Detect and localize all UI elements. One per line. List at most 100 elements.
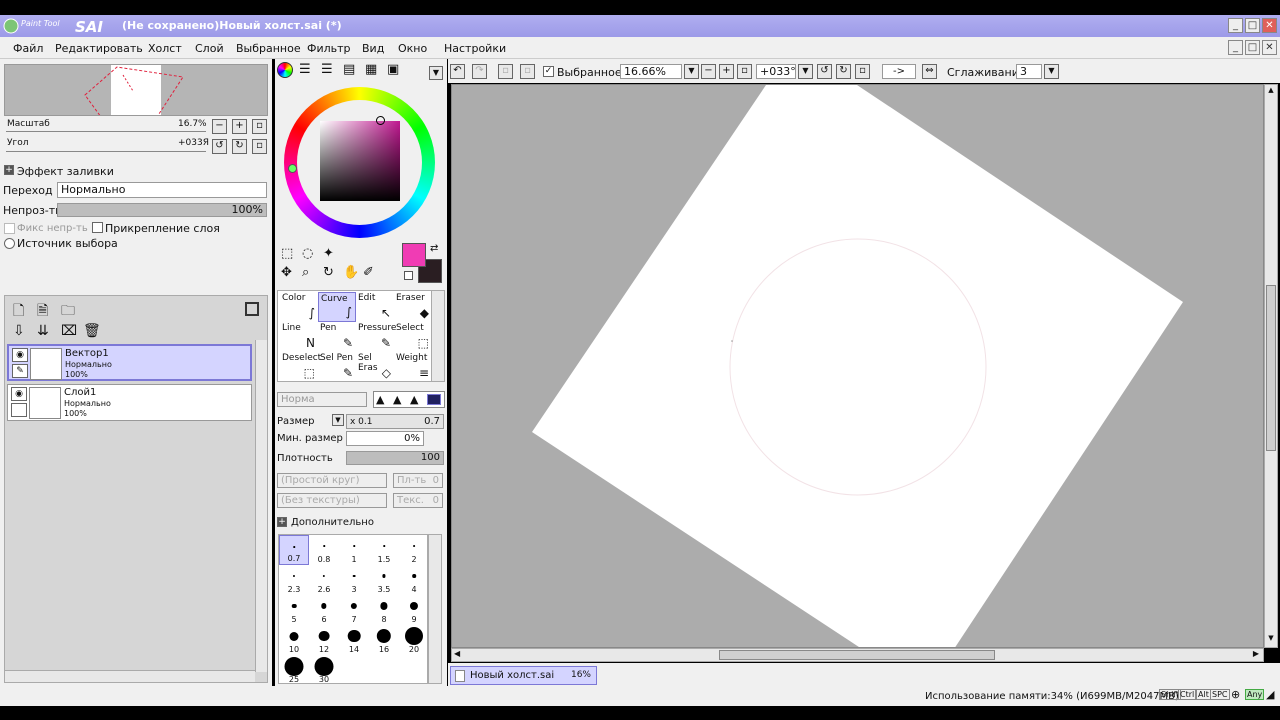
transparent-color-icon[interactable]: [404, 271, 413, 280]
sv-picker-cursor[interactable]: [376, 116, 385, 125]
navigator-preview[interactable]: [4, 64, 268, 116]
new-folder-icon[interactable]: 🗀: [61, 300, 75, 324]
tool-eraser[interactable]: Eraser ◆: [394, 292, 432, 322]
saturation-value-square[interactable]: [320, 121, 400, 201]
show-selection-checkbox[interactable]: ✓: [543, 66, 554, 77]
tool-select[interactable]: Select ⬚: [394, 322, 432, 352]
panel-menu-button[interactable]: ▼: [429, 66, 443, 80]
brush-size-preset[interactable]: 30: [309, 655, 339, 685]
magic-wand-icon[interactable]: ✦: [323, 246, 334, 261]
hue-picker-cursor[interactable]: [288, 164, 297, 173]
blend-mode-select[interactable]: Нормально: [57, 182, 267, 198]
menu-canvas[interactable]: Холст: [148, 42, 182, 55]
layers-hscrollbar[interactable]: [5, 670, 255, 682]
menu-view[interactable]: Вид: [362, 42, 384, 55]
layer-lock-box[interactable]: [11, 403, 27, 417]
zoom-out-button[interactable]: −: [212, 119, 227, 134]
merge-layer-icon[interactable]: ⇊: [37, 323, 49, 339]
visibility-eye-icon[interactable]: ◉: [11, 387, 27, 401]
brush-shape-select[interactable]: (Простой круг): [277, 473, 387, 488]
layer-mask-icon[interactable]: [245, 302, 259, 316]
min-size-slider[interactable]: 0%: [346, 431, 424, 446]
clip-layer-checkbox[interactable]: [92, 222, 103, 233]
opacity-slider[interactable]: 100%: [57, 203, 267, 217]
preserve-opacity-checkbox[interactable]: [4, 223, 15, 234]
tool-pen[interactable]: Pen ✎: [318, 322, 356, 352]
brush-size-preset[interactable]: 7: [339, 595, 369, 625]
angle-slider[interactable]: [6, 151, 206, 152]
brush-size-preset[interactable]: 5: [279, 595, 309, 625]
brush-texture-select[interactable]: (Без текстуры): [277, 493, 387, 508]
zoom-in-button[interactable]: +: [232, 119, 247, 134]
layer-row-vector1[interactable]: ◉ ✎ Вектор1 Нормально 100%: [7, 344, 252, 381]
brush-size-preset[interactable]: 8: [369, 595, 399, 625]
maximize-button[interactable]: □: [1245, 18, 1260, 33]
tool-weight[interactable]: Weight ≡: [394, 352, 432, 382]
brush-size-preset[interactable]: 9: [399, 595, 429, 625]
layers-scrollbar[interactable]: [255, 340, 267, 672]
shape-value-field[interactable]: Пл-ть 0: [393, 473, 443, 488]
zoom-reset-button[interactable]: ▫: [252, 119, 267, 134]
size-multiplier-button[interactable]: ▼: [332, 414, 344, 426]
brush-size-preset[interactable]: 25: [279, 655, 309, 685]
toolbar-zoom-in-button[interactable]: +: [719, 64, 734, 79]
flip-direction-button[interactable]: ->: [882, 64, 916, 79]
brush-sizes-scrollbar[interactable]: [428, 534, 442, 684]
brush-size-preset[interactable]: 3: [339, 565, 369, 595]
rotated-canvas-sheet[interactable]: [532, 85, 1183, 648]
zoom-dropdown-button[interactable]: ▼: [684, 64, 699, 79]
brush-size-slider[interactable]: x 0.1 0.7: [346, 414, 444, 429]
tool-grid-scrollbar[interactable]: [431, 291, 444, 381]
tool-sel-eras[interactable]: Sel Eras ◇: [356, 352, 394, 382]
brush-size-preset[interactable]: 6: [309, 595, 339, 625]
hand-icon[interactable]: ✋: [343, 265, 359, 280]
zoom-tool-icon[interactable]: ⌕: [302, 265, 309, 280]
rotate-left-button[interactable]: ↺: [212, 139, 227, 154]
tool-deselect[interactable]: Deselect ⬚: [280, 352, 321, 382]
new-layer-icon[interactable]: 🗋: [13, 300, 24, 324]
selection-source-radio[interactable]: [4, 238, 15, 249]
brush-edge-selector[interactable]: ▲ ▲ ▲: [373, 391, 445, 408]
smoothing-select[interactable]: 3: [1016, 64, 1042, 79]
minimize-button[interactable]: _: [1228, 18, 1243, 33]
menu-selection[interactable]: Выбранное: [236, 42, 301, 55]
menu-layer[interactable]: Слой: [195, 42, 224, 55]
rect-select-icon[interactable]: ⬚: [281, 246, 293, 261]
doc-restore-button[interactable]: □: [1245, 40, 1260, 55]
tool-color[interactable]: Color ∫: [280, 292, 318, 322]
menu-edit[interactable]: Редактировать: [55, 42, 143, 55]
swap-colors-icon[interactable]: ⇄: [430, 243, 438, 254]
tool-sel-pen[interactable]: Sel Pen ✎: [318, 352, 356, 382]
rgb-slider-tab-icon[interactable]: ☰: [299, 62, 311, 77]
redo-button[interactable]: ↷: [472, 64, 487, 79]
flip-horizontal-button[interactable]: ⇔: [922, 64, 937, 79]
brush-size-preset[interactable]: 2.6: [309, 565, 339, 595]
toolbar-zoom-reset-button[interactable]: ▫: [737, 64, 752, 79]
pen-lock-icon[interactable]: ✎: [12, 364, 28, 378]
menu-filter[interactable]: Фильтр: [307, 42, 351, 55]
brush-size-preset[interactable]: 0.8: [309, 535, 339, 565]
brush-size-preset[interactable]: 2: [399, 535, 429, 565]
merge-down-icon[interactable]: ⇩: [13, 323, 25, 339]
canvas-vscrollbar[interactable]: ▲ ▼: [1264, 84, 1278, 648]
tool-curve[interactable]: Curve ∫: [318, 292, 356, 322]
swatches-tab-icon[interactable]: ▤: [343, 62, 355, 77]
canvas-viewport[interactable]: [451, 84, 1264, 648]
zoom-slider[interactable]: [6, 131, 206, 132]
new-vector-layer-icon[interactable]: 🗎: [37, 300, 48, 324]
tool-line[interactable]: Line N: [280, 322, 318, 352]
density-slider[interactable]: 100: [346, 451, 444, 465]
menu-settings[interactable]: Настройки: [444, 42, 506, 55]
lasso-icon[interactable]: ◌: [302, 246, 313, 261]
clear-layer-icon[interactable]: ⌧: [61, 323, 77, 339]
doc-minimize-button[interactable]: _: [1228, 40, 1243, 55]
close-button[interactable]: ✕: [1262, 18, 1277, 33]
brush-size-preset[interactable]: 1.5: [369, 535, 399, 565]
invert-selection-button[interactable]: ▫: [520, 64, 535, 79]
brush-size-preset[interactable]: 16: [369, 625, 399, 655]
undo-button[interactable]: ↶: [450, 64, 465, 79]
scratchpad-tab-icon[interactable]: ▣: [387, 62, 399, 77]
fill-effect-expand-icon[interactable]: +: [4, 165, 14, 175]
texture-value-field[interactable]: Текс. 0: [393, 493, 443, 508]
advanced-expand-icon[interactable]: +: [277, 517, 287, 527]
